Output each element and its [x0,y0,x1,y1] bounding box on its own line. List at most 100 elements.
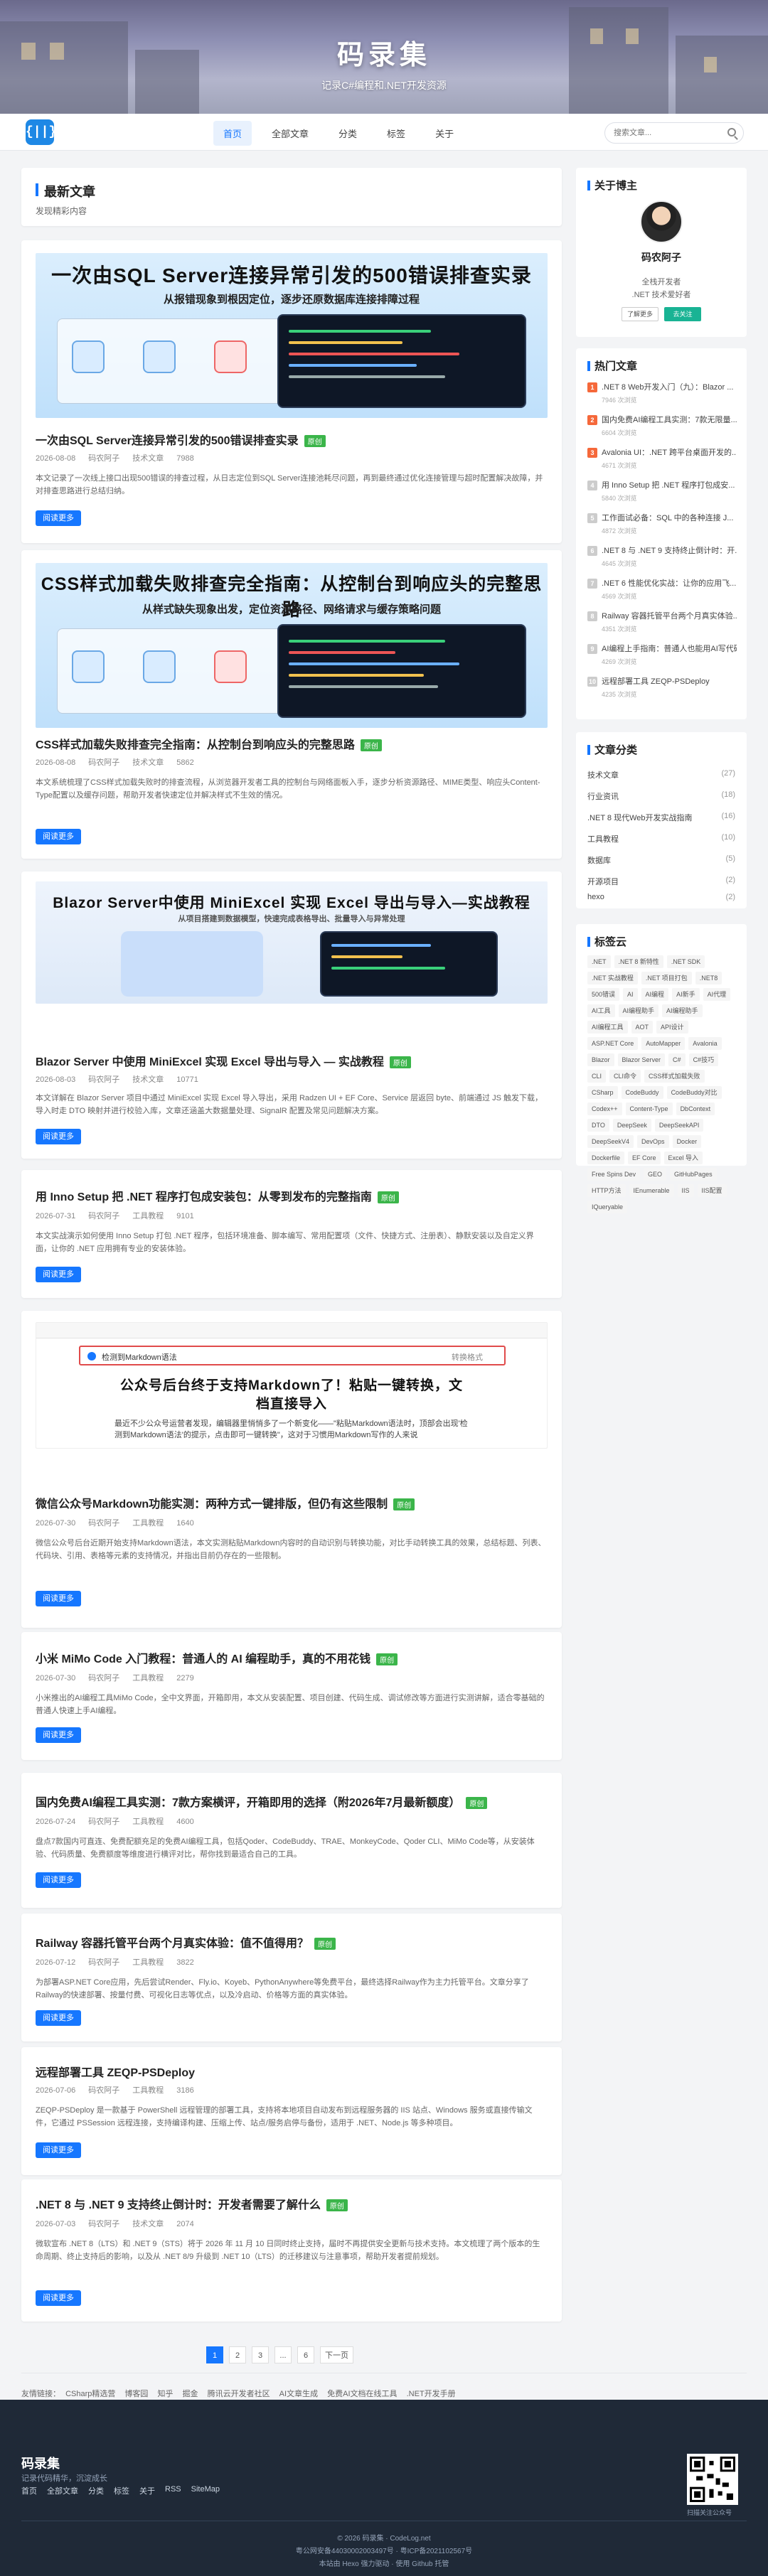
tag-item[interactable]: DevOps [637,1135,669,1148]
footer-link[interactable]: 首页 [21,2485,37,2496]
post-cover[interactable]: 一次由SQL Server连接异常引发的500错误排查实录 从报错现象到根因定位… [36,253,548,418]
tag-item[interactable]: IIS配置 [697,1184,727,1197]
page-6[interactable]: 6 [297,2346,314,2363]
friend-link[interactable]: 腾讯云开发者社区 [208,2390,270,2398]
tag-item[interactable]: DeepSeekV4 [587,1135,634,1148]
category-item[interactable]: 行业资讯 (18) [587,790,735,802]
tag-item[interactable]: Blazor [587,1053,614,1066]
tag-item[interactable]: Codex++ [587,1102,622,1115]
read-more-button[interactable]: 阅读更多 [36,1591,81,1606]
friend-link[interactable]: AI文章生成 [279,2390,318,2398]
tag-item[interactable]: IQueryable [587,1201,628,1213]
post-title[interactable]: 小米 MiMo Code 入门教程：普通人的 AI 编程助手，真的不用花钱 原创 [36,1649,398,1666]
tag-item[interactable]: AI新手 [672,988,700,1001]
read-more-button[interactable]: 阅读更多 [36,1727,81,1743]
page-3[interactable]: 3 [252,2346,269,2363]
category-item[interactable]: 数据库 (5) [587,854,735,866]
search-icon[interactable] [727,128,736,136]
tag-item[interactable]: .NET SDK [666,955,705,968]
follow-button[interactable]: 去关注 [664,307,701,321]
tag-item[interactable]: C#技巧 [688,1053,719,1066]
hot-post-item[interactable]: 2 国内免费AI编程工具实测：7款无限量... 6604 次浏览 [587,414,737,437]
footer-link[interactable]: SiteMap [191,2485,220,2496]
tag-item[interactable]: API设计 [656,1021,688,1034]
nav-home[interactable]: 首页 [213,121,252,146]
page-2[interactable]: 2 [229,2346,246,2363]
tag-item[interactable]: .NET 实战教程 [587,972,638,984]
tag-item[interactable]: C# [668,1053,686,1066]
post-title[interactable]: 微信公众号Markdown功能实测：两种方式一键排版，但仍有这些限制 原创 [36,1494,415,1511]
footer-link[interactable]: 全部文章 [47,2485,78,2496]
tag-item[interactable]: AI编程 [641,988,669,1001]
post-title[interactable]: CSS样式加载失败排查完全指南：从控制台到响应头的完整思路 原创 [36,735,382,752]
tag-item[interactable]: CSS样式加载失败 [644,1070,705,1083]
nav-all-posts[interactable]: 全部文章 [262,121,319,146]
tag-item[interactable]: DeepSeek [612,1119,651,1132]
read-more-button[interactable]: 阅读更多 [36,829,81,844]
hot-post-item[interactable]: 4用 Inno Setup 把 .NET 程序打包成安... 5840 次浏览 [587,479,737,503]
tag-item[interactable]: GEO [644,1168,667,1181]
tag-item[interactable]: Docker [672,1135,702,1148]
avatar[interactable] [640,200,683,243]
tag-item[interactable]: Blazor Server [617,1053,666,1066]
next-page-button[interactable]: 下一页 [320,2346,353,2363]
tag-item[interactable]: AutoMapper [641,1037,686,1050]
friend-link[interactable]: CSharp精选营 [65,2390,115,2398]
post-title[interactable]: 远程部署工具 ZEQP-PSDeploy [36,2063,195,2080]
read-more-button[interactable]: 阅读更多 [36,2142,81,2158]
read-more-button[interactable]: 阅读更多 [36,1267,81,1282]
tag-item[interactable]: DeepSeekAPI [654,1119,704,1132]
hot-post-item[interactable]: 8 Railway 容器托管平台两个月真实体验... 4351 次浏览 [587,610,737,633]
read-more-button[interactable]: 阅读更多 [36,1872,81,1888]
tag-item[interactable]: Dockerfile [587,1152,625,1164]
category-item[interactable]: 工具教程 (10) [587,833,735,844]
tag-item[interactable]: .NET8 [695,972,722,984]
tag-item[interactable]: CSharp [587,1086,618,1099]
tag-item[interactable]: GitHubPages [670,1168,717,1181]
tag-item[interactable]: .NET 8 新特性 [614,955,663,968]
post-cover[interactable]: CSS样式加载失败排查完全指南：从控制台到响应头的完整思路 从样式缺失现象出发，… [36,563,548,728]
tag-item[interactable]: CLI命令 [609,1070,641,1083]
search-input[interactable] [614,123,720,143]
tag-item[interactable]: EF Core [628,1152,661,1164]
tag-item[interactable]: .NET 项目打包 [641,972,692,984]
tag-item[interactable]: AI编程助手 [662,1004,703,1017]
read-more-button[interactable]: 阅读更多 [36,1129,81,1144]
category-item[interactable]: 开源项目 (2) [587,876,735,887]
post-cover[interactable]: Blazor Server中使用 MiniExcel 实现 Excel 导出与导… [36,881,548,1004]
hot-post-item[interactable]: 1 .NET 8 Web开发入门（九）：Blazor ... 7946 次浏览 [587,381,737,404]
nav-tags[interactable]: 标签 [377,121,415,146]
tag-item[interactable]: .NET [587,955,611,968]
hot-post-item[interactable]: 6 .NET 8 与 .NET 9 支持终止倒计时：开... 4645 次浏览 [587,544,737,568]
footer-link[interactable]: 标签 [114,2485,129,2496]
post-title[interactable]: .NET 8 与 .NET 9 支持终止倒计时：开发者需要了解什么 原创 [36,2195,348,2212]
site-logo[interactable]: {||} [26,119,56,145]
hot-post-item[interactable]: 9 AI编程上手指南：普通人也能用AI写代码... 4269 次浏览 [587,643,737,666]
read-more-button[interactable]: 阅读更多 [36,2010,81,2026]
footer-link[interactable]: RSS [165,2485,181,2496]
post-title[interactable]: 国内免费AI编程工具实测：7款方案横评，开箱即用的选择（附2026年7月最新额度… [36,1793,488,1810]
tag-item[interactable]: AI编程助手 [618,1004,659,1017]
tag-item[interactable]: Content-Type [625,1102,673,1115]
tag-item[interactable]: DTO [587,1119,609,1132]
friend-link[interactable]: 博客园 [124,2390,148,2398]
friend-link[interactable]: .NET开发手册 [407,2390,456,2398]
tag-item[interactable]: IIS [677,1184,694,1197]
category-item[interactable]: 技术文章 (27) [587,769,735,780]
tag-item[interactable]: AI工具 [587,1004,615,1017]
nav-categories[interactable]: 分类 [329,121,367,146]
post-title[interactable]: Blazor Server 中使用 MiniExcel 实现 Excel 导出与… [36,1052,411,1069]
tag-item[interactable]: Excel 导入 [663,1152,703,1164]
tag-item[interactable]: Avalonia [688,1037,722,1050]
tag-item[interactable]: HTTP方法 [587,1184,626,1197]
hot-post-item[interactable]: 3 Avalonia UI：.NET 跨平台桌面开发的... 4671 次浏览 [587,446,737,470]
tag-item[interactable]: AI编程工具 [587,1021,628,1034]
footer-link[interactable]: 关于 [139,2485,155,2496]
friend-link[interactable]: 免费AI文档在线工具 [327,2390,397,2398]
nav-about[interactable]: 关于 [425,121,464,146]
tag-item[interactable]: 500错误 [587,988,620,1001]
tag-item[interactable]: Free Spins Dev [587,1168,641,1181]
tag-item[interactable]: AI [623,988,638,1001]
post-cover[interactable]: 检测到Markdown语法 转换格式 公众号后台终于支持Markdown了！粘贴… [36,1322,548,1449]
tag-item[interactable]: CLI [587,1070,607,1083]
